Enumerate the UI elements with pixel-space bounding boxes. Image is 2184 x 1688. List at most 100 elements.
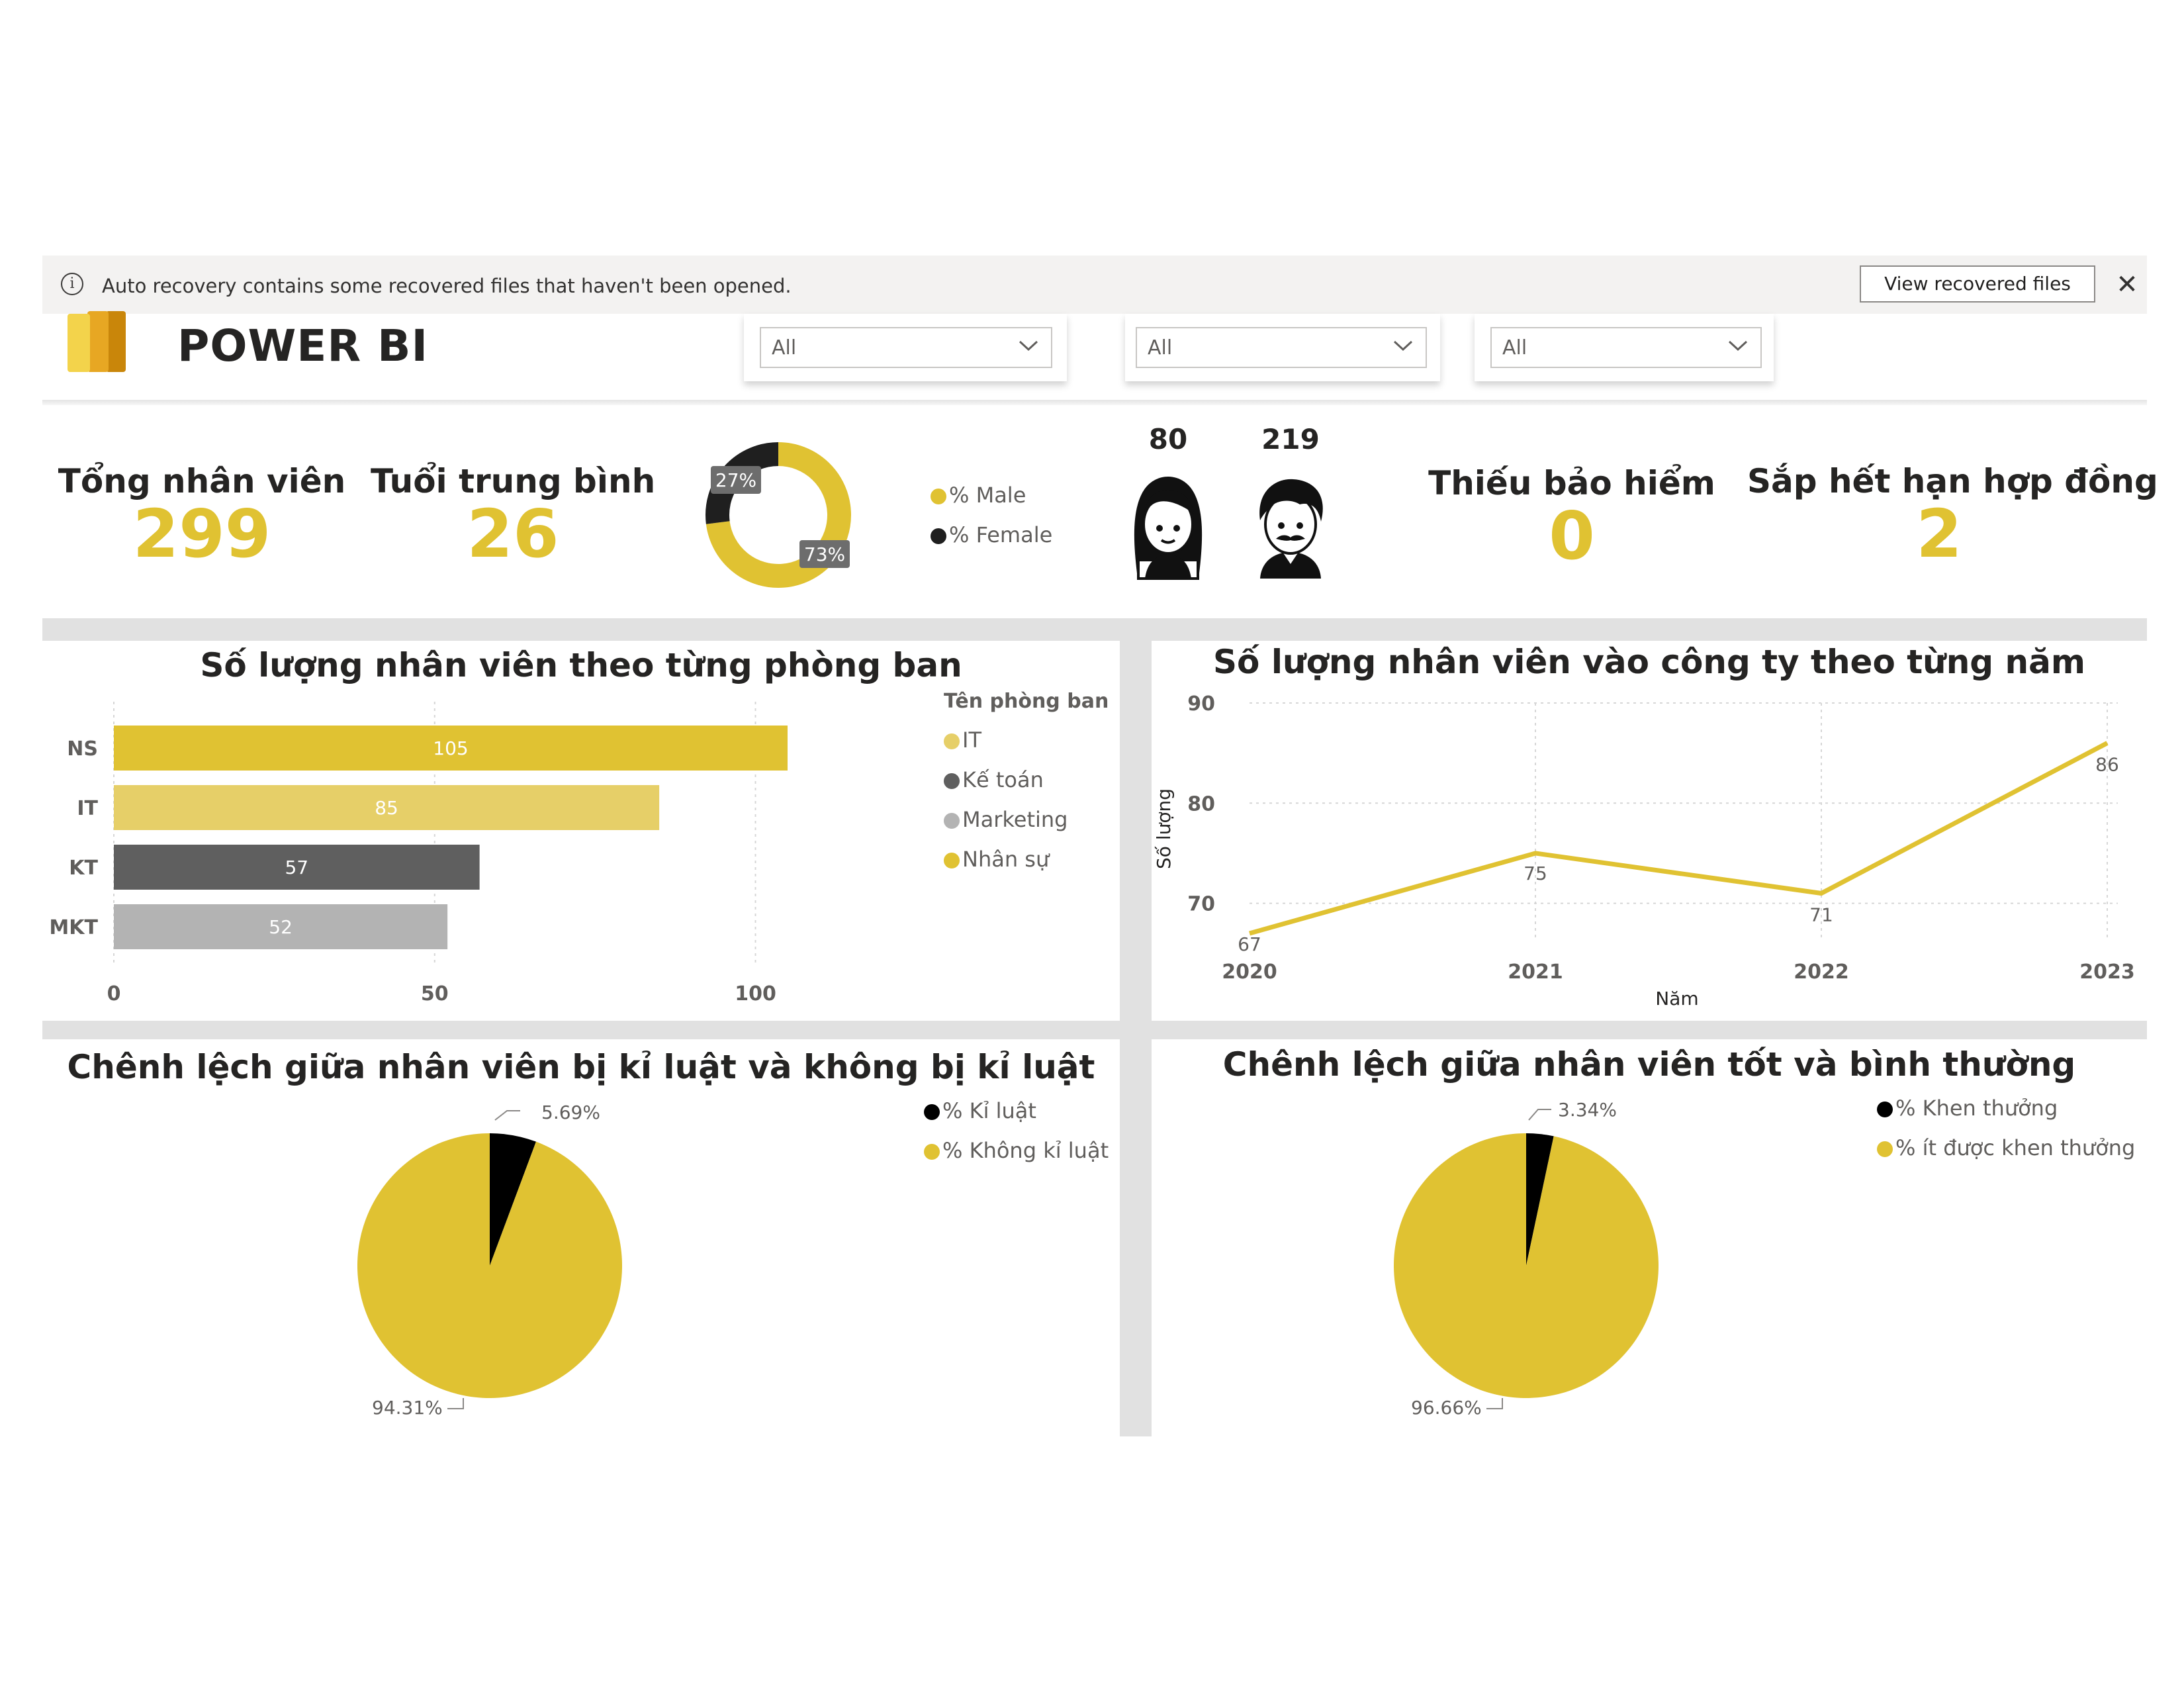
legend-item-no-discipline[interactable]: % Không kỉ luật <box>924 1136 1109 1165</box>
legend-dot <box>944 733 960 749</box>
info-icon: i <box>61 273 83 295</box>
female-pct-label: 27% <box>715 469 756 491</box>
y-tick-label: 70 <box>1187 893 1215 916</box>
slicer-3-value: All <box>1502 336 1527 359</box>
x-tick-label: 50 <box>421 982 449 1006</box>
x-tick-label: 2022 <box>1794 961 1849 984</box>
yearly-line-chart: 70 80 90 2020 2021 2022 2023 67 75 71 86 Năm Số l… <box>1153 692 2135 1009</box>
legend-item-department[interactable]: Marketing <box>944 805 1109 834</box>
reward-pie-chart: 3.34% 96.66% <box>1394 1099 1659 1419</box>
reward-legend: % Khen thưởng % ít được khen thưởng <box>1877 1094 2135 1162</box>
legend-label: IT <box>962 727 981 753</box>
legend-item-normal[interactable]: % ít được khen thưởng <box>1877 1133 2135 1162</box>
legend-label: % Khen thưởng <box>1895 1096 2058 1121</box>
legend-dot <box>944 853 960 868</box>
legend-dot <box>1877 1102 1893 1117</box>
yearly-chart-title: Số lượng nhân viên vào công ty theo từng… <box>1213 643 2085 681</box>
legend-title: Tên phòng ban <box>944 690 1109 713</box>
legend-dot <box>931 528 946 544</box>
x-axis-title: Năm <box>1655 988 1698 1009</box>
legend-item-female[interactable]: % Female <box>931 520 1052 549</box>
slicer-1-value: All <box>772 336 797 359</box>
missing-insurance-value: 0 <box>1549 497 1595 575</box>
bar-value-label: 85 <box>375 797 398 819</box>
reward-chart-title: Chênh lệch giữa nhân viên tốt và bình th… <box>1222 1045 2076 1084</box>
slicer-1: All <box>744 314 1067 381</box>
legend-dot <box>931 489 946 504</box>
legend-item-male[interactable]: % Male <box>931 481 1052 510</box>
gender-legend: % Male % Female <box>931 481 1052 549</box>
view-recovered-files-button[interactable]: View recovered files <box>1860 265 2095 303</box>
header-divider <box>42 400 2147 405</box>
y-tick-label: IT <box>77 797 98 820</box>
male-count: 219 <box>1261 423 1320 455</box>
legend-dot <box>944 773 960 789</box>
female-avatar-icon <box>1134 477 1203 580</box>
discipline-chart-title: Chênh lệch giữa nhân viên bị kỉ luật và … <box>67 1048 1095 1086</box>
bar-value-label: 52 <box>269 916 293 938</box>
reward-slice-1 <box>1394 1133 1659 1398</box>
legend-item-department[interactable]: Nhân sự <box>944 845 1109 874</box>
total-employees-value: 299 <box>132 495 271 573</box>
y-tick-label: NS <box>67 737 98 761</box>
legend-label: % ít được khen thưởng <box>1895 1135 2136 1160</box>
legend-item-reward[interactable]: % Khen thưởng <box>1877 1094 2135 1123</box>
x-tick-label: 2023 <box>2079 961 2135 984</box>
department-bar-chart: 0 50 100 105 NS 85 IT 57 KT 52 MKT <box>49 702 788 1006</box>
line-point-label: 75 <box>1524 863 1547 884</box>
x-tick-label: 0 <box>107 982 121 1006</box>
y-axis-title: Số lượng <box>1153 788 1175 869</box>
y-tick-label: KT <box>69 857 98 880</box>
x-tick-label: 2020 <box>1222 961 1277 984</box>
average-age-value: 26 <box>467 495 559 573</box>
legend-label: % Male <box>949 483 1026 508</box>
line-point-label: 86 <box>2095 754 2119 776</box>
slicer-2-value: All <box>1148 336 1173 359</box>
department-chart-title: Số lượng nhân viên theo từng phòng ban <box>200 646 962 684</box>
y-tick-label: 80 <box>1187 792 1215 816</box>
legend-label: Kế toán <box>962 767 1044 792</box>
legend-dot <box>924 1104 940 1120</box>
legend-dot <box>924 1144 940 1160</box>
chevron-down-icon <box>1019 340 1038 352</box>
legend-item-department[interactable]: IT <box>944 726 1109 755</box>
chevron-down-icon <box>1728 340 1748 352</box>
discipline-legend: % Kỉ luật % Không kỉ luật <box>924 1096 1109 1165</box>
legend-item-department[interactable]: Kế toán <box>944 765 1109 794</box>
slicer-3: All <box>1475 314 1774 381</box>
slicer-2-dropdown[interactable]: All <box>1136 327 1427 368</box>
pie-label-reward: 3.34% <box>1558 1099 1617 1121</box>
legend-dot <box>1877 1141 1893 1157</box>
pie-label-normal: 96.66% <box>1411 1397 1482 1419</box>
department-legend: Tên phòng ban IT Kế toán Marketing Nhân sự <box>944 688 1109 874</box>
discipline-pie-chart: 5.69% 94.31% <box>357 1102 622 1419</box>
line-point-label: 67 <box>1238 933 1261 955</box>
contract-expiring-value: 2 <box>1916 495 1962 573</box>
legend-label: Marketing <box>962 807 1068 832</box>
close-icon[interactable]: ✕ <box>2114 271 2140 298</box>
chevron-down-icon <box>1393 340 1413 352</box>
power-bi-logo-icon <box>68 311 126 372</box>
slicer-3-dropdown[interactable]: All <box>1490 327 1762 368</box>
x-tick-label: 2021 <box>1508 961 1563 984</box>
pie-label-no-discipline: 94.31% <box>372 1397 443 1419</box>
female-count: 80 <box>1148 423 1188 455</box>
legend-item-discipline[interactable]: % Kỉ luật <box>924 1096 1109 1125</box>
pie-label-discipline: 5.69% <box>541 1102 600 1123</box>
gender-donut-chart: 27% 73% <box>705 442 851 588</box>
x-tick-label: 100 <box>735 982 776 1006</box>
section-divider <box>42 618 2147 641</box>
slicer-2: All <box>1125 314 1440 381</box>
legend-dot <box>944 813 960 829</box>
section-divider <box>42 1021 2147 1039</box>
discipline-slice-1 <box>357 1133 622 1398</box>
male-avatar-icon <box>1259 479 1323 579</box>
report-title: POWER BI <box>177 320 429 371</box>
slicer-1-dropdown[interactable]: All <box>760 327 1052 368</box>
y-tick-label: 90 <box>1187 692 1215 716</box>
line-point-label: 71 <box>1809 904 1833 925</box>
legend-label: % Kỉ luật <box>942 1098 1036 1123</box>
legend-label: Nhân sự <box>962 847 1050 872</box>
legend-label: % Không kỉ luật <box>942 1138 1109 1163</box>
legend-label: % Female <box>949 522 1053 547</box>
